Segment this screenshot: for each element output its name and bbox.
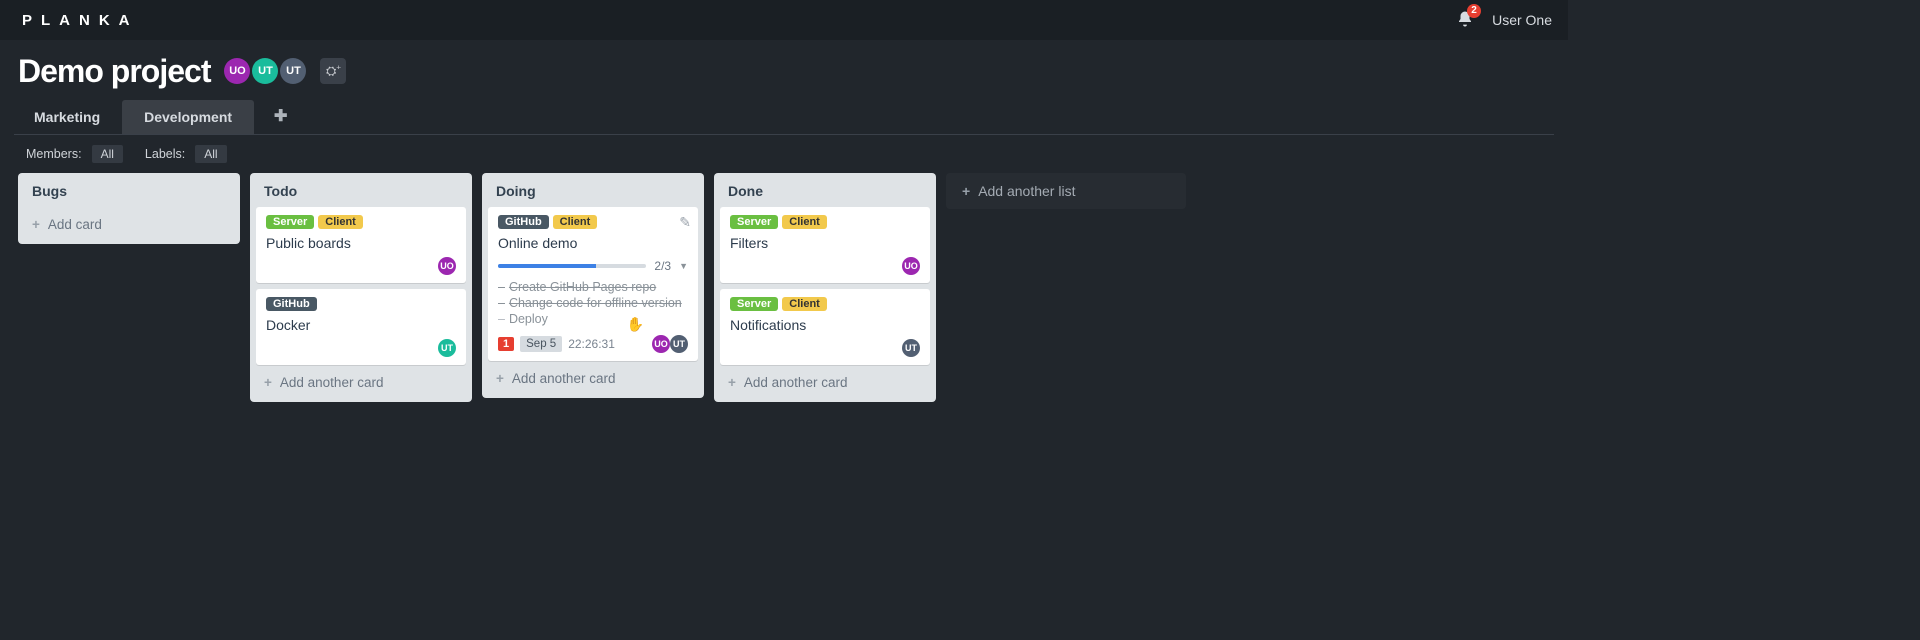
filter-labels-label: Labels: <box>145 147 185 161</box>
card-title: Filters <box>730 235 920 251</box>
add-list-button[interactable]: +Add another list <box>946 173 1186 209</box>
add-member-icon: ⛭⁺ <box>326 63 341 79</box>
checklist-item[interactable]: –Change code for offline version <box>498 295 688 311</box>
project-member-avatar[interactable]: UT <box>280 58 306 84</box>
progress-bar <box>498 264 646 268</box>
card-label: Client <box>318 215 363 229</box>
card[interactable]: GitHub Docker UT <box>256 289 466 365</box>
add-card-button[interactable]: +Add another card <box>482 361 704 390</box>
notifications-bell[interactable]: 2 <box>1456 10 1474 31</box>
card-member-avatar[interactable]: UO <box>652 335 670 353</box>
comment-count: 1 <box>498 337 514 351</box>
add-card-button[interactable]: +Add card <box>18 207 240 236</box>
user-menu[interactable]: User One <box>1492 12 1552 28</box>
checklist: –Create GitHub Pages repo–Change code fo… <box>498 279 688 327</box>
card-label: GitHub <box>266 297 317 311</box>
divider <box>14 134 1554 135</box>
card-member-avatar[interactable]: UT <box>902 339 920 357</box>
list: Todo Server Client Public boards UO GitHub Doc… <box>250 173 472 402</box>
notification-count: 2 <box>1467 4 1481 18</box>
chevron-down-icon[interactable]: ▼ <box>679 261 688 271</box>
plus-icon: + <box>264 375 272 390</box>
board-tab[interactable]: Marketing <box>12 100 122 134</box>
plus-icon: + <box>962 183 970 199</box>
card-member-avatar[interactable]: UT <box>438 339 456 357</box>
project-title: Demo project <box>18 53 210 90</box>
add-card-button[interactable]: +Add another card <box>714 365 936 394</box>
checklist-item[interactable]: –Deploy <box>498 311 688 327</box>
timer[interactable]: 22:26:31 <box>568 337 615 351</box>
plus-icon: + <box>728 375 736 390</box>
list-title[interactable]: Bugs <box>18 173 240 207</box>
card-label: Client <box>553 215 598 229</box>
filter-members-value[interactable]: All <box>92 145 123 163</box>
card-title: Docker <box>266 317 456 333</box>
list-title[interactable]: Todo <box>250 173 472 207</box>
list: Bugs+Add card <box>18 173 240 244</box>
plus-icon: + <box>32 217 40 232</box>
filter-labels-value[interactable]: All <box>195 145 226 163</box>
card-member-avatar[interactable]: UO <box>438 257 456 275</box>
card-label: Client <box>782 297 827 311</box>
due-date[interactable]: Sep 5 <box>520 336 562 352</box>
card-label: Server <box>730 215 778 229</box>
project-member-avatar[interactable]: UO <box>224 58 250 84</box>
list: Doing GitHub Client ✎ Online demo 2/3 ▼ –Create… <box>482 173 704 398</box>
card[interactable]: Server Client Public boards UO <box>256 207 466 283</box>
pencil-icon[interactable]: ✎ <box>679 214 691 231</box>
card[interactable]: GitHub Client ✎ Online demo 2/3 ▼ –Create GitH… <box>488 207 698 361</box>
card[interactable]: Server Client Notifications UT <box>720 289 930 365</box>
project-member-avatar[interactable]: UT <box>252 58 278 84</box>
checklist-item[interactable]: –Create GitHub Pages repo <box>498 279 688 295</box>
add-card-button[interactable]: +Add another card <box>250 365 472 394</box>
card[interactable]: Server Client Filters UO <box>720 207 930 283</box>
card-label: GitHub <box>498 215 549 229</box>
card-title: Online demo <box>498 235 688 251</box>
filter-members-label: Members: <box>26 147 82 161</box>
card-title: Notifications <box>730 317 920 333</box>
list-title[interactable]: Done <box>714 173 936 207</box>
card-member-avatar[interactable]: UO <box>902 257 920 275</box>
list-title[interactable]: Doing <box>482 173 704 207</box>
add-board-button[interactable]: ✚ <box>262 98 299 134</box>
board-tab[interactable]: Development <box>122 100 254 134</box>
app-brand[interactable]: PLANKA <box>22 12 139 29</box>
add-member-button[interactable]: ⛭⁺ <box>320 58 346 84</box>
card-label: Client <box>782 215 827 229</box>
card-label: Server <box>266 215 314 229</box>
list: Done Server Client Filters UO Server Client Not… <box>714 173 936 402</box>
progress-text: 2/3 <box>654 259 671 273</box>
card-member-avatar[interactable]: UT <box>670 335 688 353</box>
card-label: Server <box>730 297 778 311</box>
card-title: Public boards <box>266 235 456 251</box>
plus-icon: + <box>496 371 504 386</box>
